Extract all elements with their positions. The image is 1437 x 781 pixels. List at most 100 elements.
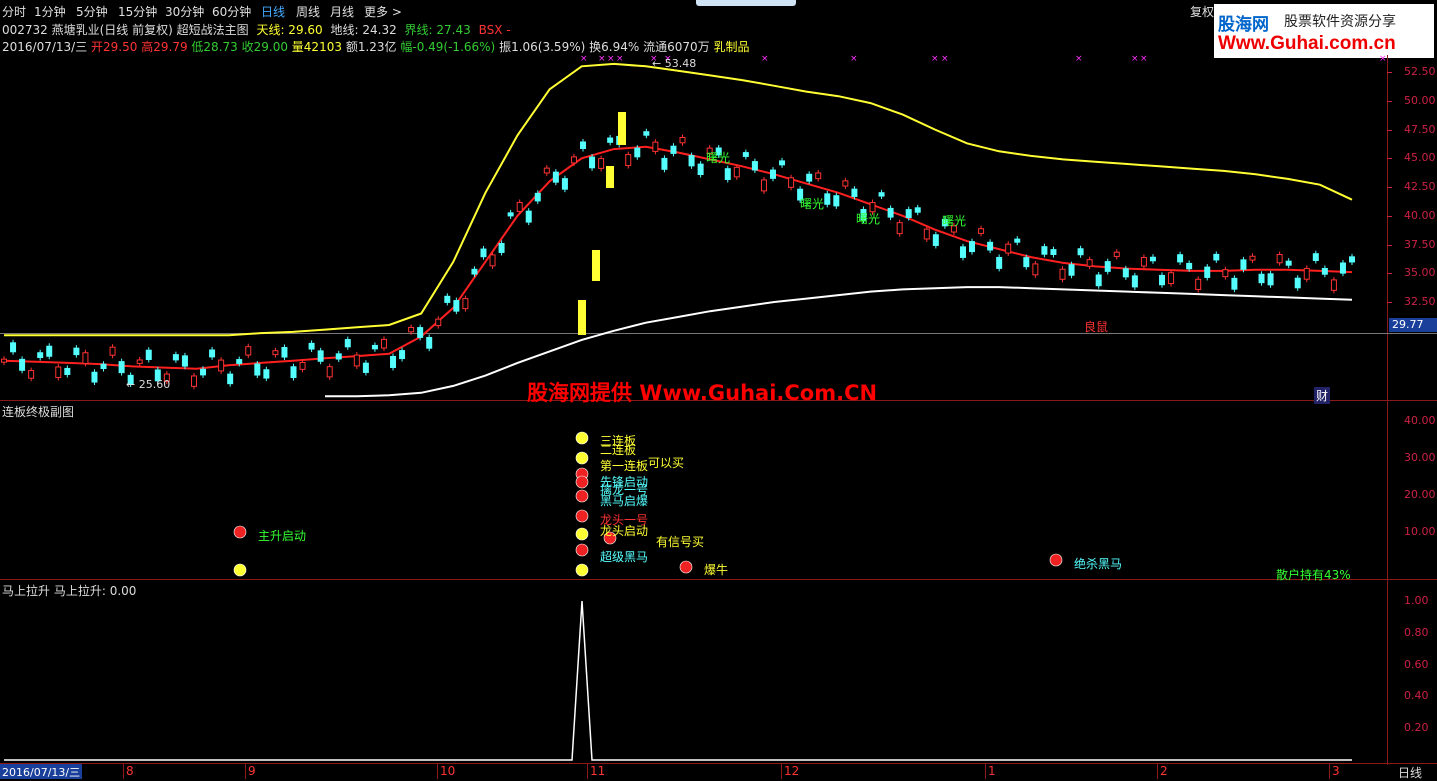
signal-x-mark: ×: [761, 54, 769, 64]
candle-body: [1014, 238, 1021, 243]
candle-body: [525, 210, 532, 223]
candle-body: [10, 342, 17, 353]
max-price-label: ← 53.48: [652, 57, 697, 70]
candle-body: [679, 137, 686, 144]
candle-body: [724, 168, 731, 181]
month-label: 2: [1160, 764, 1168, 778]
candle-body: [263, 369, 270, 379]
bottom-tick: 0.20: [1404, 721, 1429, 734]
candle-body: [236, 359, 243, 364]
candle-body: [200, 368, 207, 376]
candle-body: [996, 256, 1003, 269]
candle-body: [145, 349, 152, 360]
candle-body: [227, 373, 234, 385]
candle-body: [190, 375, 197, 387]
candle-body: [543, 167, 550, 174]
signal-label: 可以买: [648, 456, 685, 470]
candle-body: [28, 370, 35, 379]
candle-body: [1032, 263, 1039, 276]
sub-tick: 20.00: [1404, 488, 1436, 501]
candle-body: [634, 147, 641, 158]
month-label: 11: [590, 764, 606, 778]
candle-body: [480, 248, 487, 258]
bottom-tick: 0.40: [1404, 689, 1429, 703]
signal-x-mark: ×: [580, 54, 588, 64]
candle-body: [272, 350, 279, 356]
signal-icon: [575, 509, 589, 523]
bottom-panel-title: 马上拉升 马上拉升: 0.00: [2, 582, 136, 599]
candle-body: [878, 192, 885, 197]
candle-body: [390, 355, 397, 368]
min-price-label: ← 25.60: [126, 378, 171, 391]
month-tick: [1329, 764, 1330, 779]
candle-body: [652, 141, 659, 152]
candle-body: [688, 155, 695, 167]
candle-body: [751, 161, 758, 171]
candle-body: [408, 326, 415, 333]
candle-body: [788, 177, 795, 188]
retail-holding-label: 散户持有43%: [1276, 568, 1351, 582]
candle-body: [580, 141, 587, 150]
candle-body: [833, 195, 840, 207]
candle-body: [987, 241, 994, 251]
candle-body: [779, 160, 786, 166]
candle-body: [589, 156, 596, 169]
signal-x-mark: ×: [941, 54, 949, 64]
signal-x-mark: ×: [1379, 54, 1387, 64]
candle-body: [815, 172, 822, 180]
candle-body: [625, 154, 632, 167]
signal-icon: [233, 563, 247, 577]
signal-x-mark: ×: [607, 54, 615, 64]
candle-body: [1113, 251, 1120, 257]
candle-body: [335, 353, 342, 360]
signal-label: 绝杀黑马: [1074, 557, 1123, 571]
candle-body: [1240, 259, 1247, 270]
candle-body: [109, 346, 116, 356]
candle-body: [100, 363, 107, 370]
candle-body: [471, 268, 478, 275]
candle-body: [1222, 269, 1229, 278]
candle-body: [851, 188, 858, 197]
signal-label: 二连板: [600, 443, 637, 457]
candle-body: [1149, 256, 1156, 262]
candle-body: [534, 192, 541, 202]
period-indicator[interactable]: 日线: [1398, 764, 1422, 781]
signal-label: 有信号买: [656, 535, 705, 549]
candle-body: [1104, 261, 1111, 272]
candle-body: [290, 366, 297, 379]
candle-body: [896, 222, 903, 235]
candle-body: [661, 157, 668, 170]
candle-body: [344, 339, 351, 348]
candle-body: [46, 345, 53, 357]
candle-body: [561, 178, 568, 190]
candle-body: [1050, 249, 1057, 255]
candle-body: [417, 327, 424, 338]
month-label: 8: [126, 764, 134, 778]
candle-body: [245, 346, 252, 356]
candle-body: [670, 145, 677, 154]
caifu-badge: 财: [1314, 387, 1331, 404]
annotation-shuguang-3: 曙光: [856, 212, 881, 226]
candle-body: [742, 152, 749, 157]
signal-x-mark: ×: [1131, 54, 1139, 64]
signal-icon: [575, 489, 589, 503]
candle-body: [426, 337, 433, 349]
candle-body: [281, 347, 288, 358]
candle-body: [1005, 243, 1012, 254]
guhai-watermark: 股海网提供 Www.Guhai.Com.CN: [527, 381, 878, 405]
signal-label: 主升启动: [258, 529, 307, 543]
month-tick: [123, 764, 124, 779]
candle-body: [453, 300, 460, 312]
candle-body: [1349, 256, 1355, 263]
candle-body: [1330, 279, 1337, 291]
candle-body: [1140, 256, 1147, 267]
month-tick: [781, 764, 782, 779]
candle-body: [1267, 273, 1274, 286]
sub-tick: 40.00: [1404, 414, 1436, 427]
candle-body: [1077, 248, 1084, 256]
signal-label: 超级黑马: [600, 550, 649, 564]
signal-icon: [575, 475, 589, 489]
bottom-title-text: 马上拉升: [2, 584, 51, 598]
max-price-value: 53.48: [664, 57, 697, 70]
candle-body: [462, 298, 469, 310]
